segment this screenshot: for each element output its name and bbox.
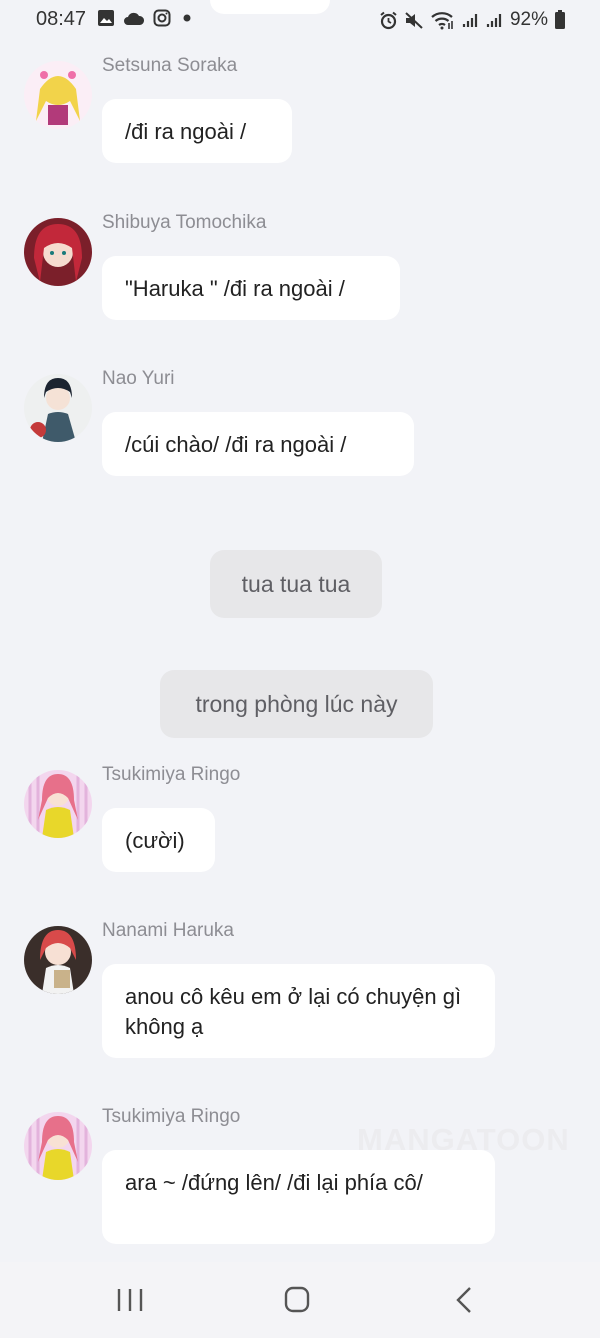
mute-icon [405,11,423,29]
image-icon [98,10,114,26]
avatar[interactable] [24,374,92,442]
battery-percent: 92% [509,9,548,30]
avatar[interactable] [24,1112,92,1180]
message-bubble[interactable]: ara ~ /đứng lên/ /đi lại phía cô/ [102,1150,495,1244]
sender-name: Shibuya Tomochika [102,212,267,233]
avatar[interactable] [24,926,92,994]
instagram-icon [153,9,171,27]
dot-icon [183,14,191,22]
message-bubble[interactable]: /đi ra ngoài / [102,99,292,163]
avatar[interactable] [24,770,92,838]
narration-text: trong phòng lúc này [195,691,398,717]
sender-name: Nao Yuri [102,368,175,389]
sender-name: Nanami Haruka [102,920,234,941]
alarm-icon [380,11,397,29]
message-bubble[interactable]: "Haruka " /đi ra ngoài / [102,256,400,320]
signal-icon [462,14,478,27]
message-bubble[interactable]: anou cô kêu em ở lại có chuyện gì không … [102,964,495,1058]
message-bubble[interactable]: /cúi chào/ /đi ra ngoài / [102,412,414,476]
back-icon[interactable] [446,1284,486,1316]
status-time: 08:47 [36,8,87,30]
narration-bubble[interactable]: tua tua tua [210,550,382,618]
navigation-bar [0,1262,600,1338]
signal-icon [486,14,502,27]
sender-name: Tsukimiya Ringo [102,1106,241,1127]
avatar[interactable] [24,61,92,129]
battery-icon [555,10,565,29]
narration-bubble[interactable]: trong phòng lúc này [160,670,433,738]
message-text: /đi ra ngoài / [125,119,247,144]
avatar[interactable] [24,218,92,286]
message-text: (cười) [125,828,185,853]
status-bar: 08:47 92% [0,0,600,40]
sender-name: Setsuna Soraka [102,55,238,76]
recents-icon[interactable] [110,1284,150,1316]
message-bubble[interactable]: (cười) [102,808,215,872]
home-icon[interactable] [277,1284,317,1316]
narration-text: tua tua tua [241,571,351,597]
previous-message-bubble [210,0,330,14]
message-text: ara ~ /đứng lên/ /đi lại phía cô/ [125,1170,423,1195]
sender-name: Tsukimiya Ringo [102,764,241,785]
cloud-icon [124,12,145,25]
message-text: anou cô kêu em ở lại có chuyện gì không … [125,984,462,1039]
wifi-icon [431,12,453,30]
message-text: "Haruka " /đi ra ngoài / [125,276,345,301]
message-text: /cúi chào/ /đi ra ngoài / [125,432,347,457]
